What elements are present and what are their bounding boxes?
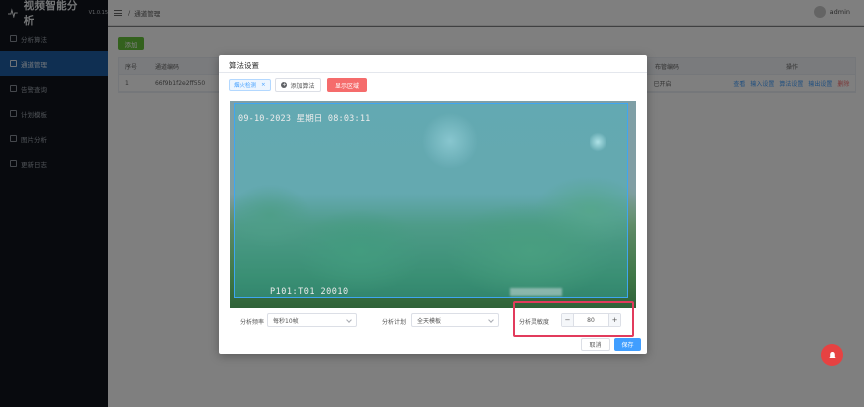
algorithm-tag[interactable]: 烟火检测 × [229,79,271,91]
plan-select[interactable]: 全天模板 [411,313,499,327]
dialog-divider [219,72,647,73]
freq-value: 每秒10帧 [273,317,299,325]
add-algorithm-label: 添加算法 [290,82,315,90]
help-fab-button[interactable] [821,344,843,366]
bell-icon [828,351,836,358]
plan-value: 全天模板 [417,317,442,325]
osd-timestamp: 09-10-2023 星期日 08:03:11 [238,114,371,124]
algorithm-tag-label: 烟火检测 [234,83,257,89]
freq-label: 分析频率 [240,319,265,326]
blurred-watermark [510,288,562,296]
plan-label: 分析计划 [382,319,407,326]
algorithm-settings-dialog: 算法设置 烟火检测 × + 添加算法 显示区域 09-10-2023 星期日 0… [219,55,647,354]
plus-circle-icon: + [281,82,288,88]
close-icon[interactable]: × [261,82,266,88]
save-button[interactable]: 保存 [614,338,641,351]
detection-region[interactable] [234,103,628,298]
osd-camera-id: P101:T01 20010 [270,287,349,297]
add-algorithm-button[interactable]: + 添加算法 [275,78,321,92]
cancel-button[interactable]: 取消 [581,338,610,351]
show-area-button[interactable]: 显示区域 [327,78,367,92]
highlight-box [513,301,634,337]
freq-select[interactable]: 每秒10帧 [267,313,357,327]
dialog-title: 算法设置 [229,61,259,70]
chevron-down-icon [346,317,352,323]
chevron-down-icon [488,317,494,323]
video-preview[interactable]: 09-10-2023 星期日 08:03:11 P101:T01 20010 [230,101,636,308]
